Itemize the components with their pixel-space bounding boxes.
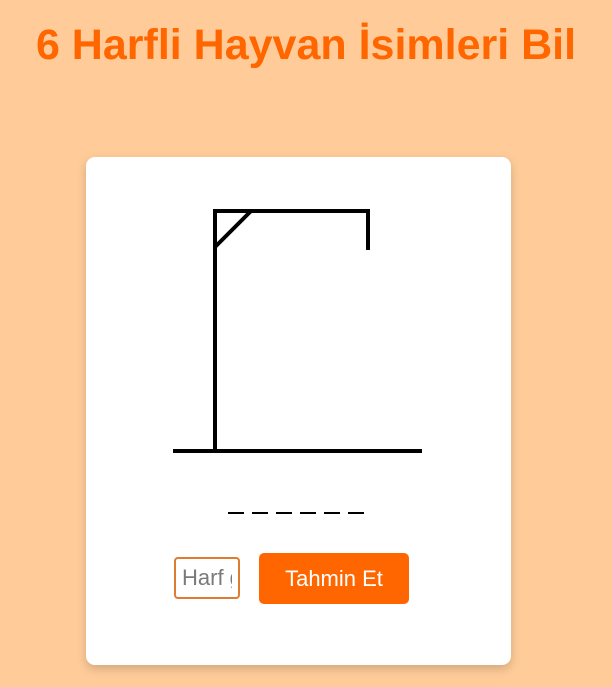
letter-input[interactable] (174, 557, 240, 599)
gallows-brace (213, 209, 253, 249)
hangman-gallows (173, 209, 422, 453)
guess-button[interactable]: Tahmin Et (259, 553, 409, 604)
word-slots (228, 512, 364, 514)
game-card: Tahmin Et (86, 157, 511, 665)
guess-controls: Tahmin Et (86, 553, 511, 605)
page-title: 6 Harfli Hayvan İsimleri Bil (35, 21, 577, 69)
